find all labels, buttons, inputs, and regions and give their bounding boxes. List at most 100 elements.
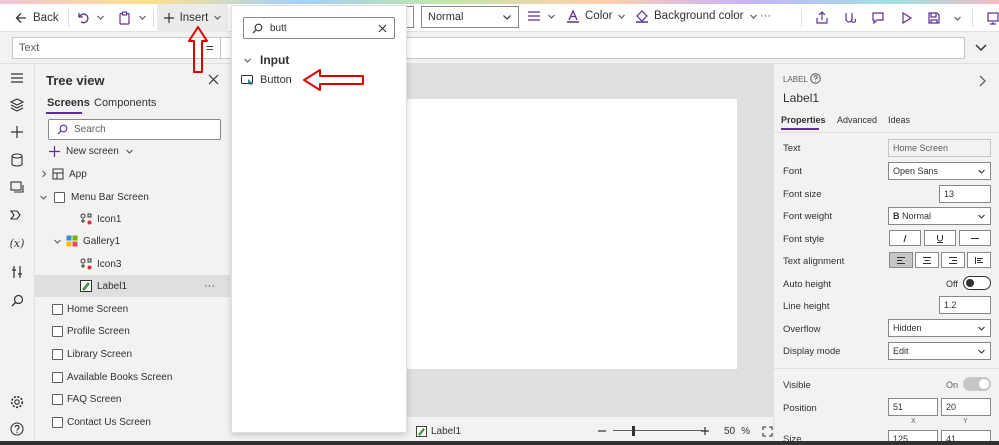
prop-font-select[interactable]: Open Sans (888, 162, 991, 180)
tree-search-input[interactable]: Search (48, 119, 221, 140)
back-button[interactable]: Back (0, 4, 65, 32)
zoom-out-icon[interactable] (597, 426, 607, 436)
tree-item-menu-bar-screen[interactable]: Menu Bar Screen (35, 186, 230, 208)
italic-icon (901, 234, 909, 243)
position-y-field[interactable]: 20 (941, 398, 991, 416)
variables-icon[interactable]: (x) (8, 234, 26, 252)
align-left-button[interactable] (889, 252, 913, 268)
tab-components[interactable]: Components (94, 97, 156, 109)
tree-item-icon1[interactable]: Icon1 (35, 208, 230, 230)
tab-screens[interactable]: Screens (47, 97, 90, 109)
font-style-select[interactable]: Normal (421, 6, 519, 28)
prop-visible-label: Visible (783, 380, 811, 391)
prop-font-weight-select[interactable]: B Normal (888, 207, 991, 225)
tab-ideas[interactable]: Ideas (888, 115, 910, 125)
tree-view-icon[interactable] (8, 96, 26, 114)
prop-auto-height-label: Auto height (783, 279, 832, 290)
prop-font-style-label: Font style (783, 234, 825, 245)
annotation-arrow-left (302, 68, 366, 92)
save-icon[interactable] (923, 7, 945, 29)
tab-properties[interactable]: Properties (781, 115, 826, 125)
align-center-button[interactable] (915, 252, 939, 268)
search-icon[interactable] (8, 291, 26, 309)
tree-item-available-books-screen[interactable]: Available Books Screen (35, 366, 230, 388)
menu-icon[interactable] (8, 69, 26, 87)
paste-chevron-icon[interactable] (136, 7, 150, 29)
undo-chevron-icon[interactable] (94, 7, 108, 29)
insert-plus-icon[interactable] (8, 123, 26, 141)
underline-button[interactable] (924, 230, 956, 246)
bold-icon: B (893, 211, 900, 221)
comment-icon[interactable] (867, 7, 889, 29)
share-icon[interactable] (811, 7, 833, 29)
italic-button[interactable] (889, 230, 921, 246)
more-options-icon[interactable]: ··· (204, 280, 215, 292)
chevron-down-icon (125, 147, 134, 156)
label-control-icon (416, 425, 427, 437)
publish-icon[interactable] (982, 7, 999, 29)
tree-item-faq-screen[interactable]: FAQ Screen (35, 388, 230, 410)
tree-item-gallery1[interactable]: Gallery1 (35, 230, 230, 252)
visible-toggle[interactable] (963, 377, 991, 391)
color-button[interactable]: Color (566, 9, 626, 23)
tree-item-profile-screen[interactable]: Profile Screen (35, 320, 230, 342)
play-icon[interactable] (895, 7, 917, 29)
media-icon[interactable] (8, 178, 26, 196)
settings-icon[interactable] (8, 393, 26, 411)
tree-item-home-screen[interactable]: Home Screen (35, 298, 230, 320)
more-button[interactable]: ··· (760, 10, 771, 22)
zoom-slider[interactable] (613, 426, 704, 436)
fit-to-window-icon[interactable] (762, 425, 773, 437)
app-checker-icon[interactable] (839, 7, 861, 29)
insert-item-button[interactable]: Button (241, 74, 292, 86)
chevron-down-icon (547, 12, 556, 21)
prop-text-field[interactable]: Home Screen (888, 139, 991, 157)
prop-overflow-select[interactable]: Hidden (888, 319, 991, 337)
plus-icon (163, 12, 175, 24)
expand-formula-icon[interactable] (972, 38, 992, 58)
auto-height-toggle[interactable] (963, 276, 991, 290)
close-icon[interactable] (208, 74, 219, 85)
chevron-down-icon (243, 56, 252, 65)
prop-line-height-value: 1.2 (944, 300, 957, 310)
power-automate-icon[interactable] (8, 206, 26, 224)
zoom-slider-thumb[interactable] (632, 426, 636, 436)
save-chevron-icon[interactable] (951, 7, 963, 29)
clear-icon[interactable] (378, 24, 387, 33)
strikethrough-button[interactable] (959, 230, 991, 246)
search-icon (252, 23, 263, 34)
background-color-button[interactable]: Background color (635, 9, 758, 23)
data-icon[interactable] (8, 151, 26, 169)
tree-item-contact-us-screen[interactable]: Contact Us Screen (35, 411, 230, 433)
tree-item-app[interactable]: App (35, 163, 230, 185)
insert-group-input[interactable]: Input (243, 53, 289, 67)
font-color-icon (566, 9, 580, 23)
undo-icon[interactable] (72, 7, 94, 29)
insert-item-label: Button (260, 74, 292, 86)
expand-panel-icon[interactable] (977, 75, 987, 87)
tree-item-icon3[interactable]: Icon3 (35, 253, 230, 275)
paste-icon[interactable] (114, 7, 136, 29)
screen-icon (52, 371, 63, 383)
zoom-in-icon[interactable] (700, 426, 710, 436)
prop-display-mode-select[interactable]: Edit (888, 342, 991, 360)
help-icon[interactable] (8, 420, 26, 438)
insert-search-input[interactable]: butt (243, 17, 395, 39)
screen-canvas[interactable] (407, 99, 737, 369)
prop-font-value: Open Sans (893, 166, 939, 176)
position-x-field[interactable]: 51 (888, 398, 938, 416)
advanced-tools-icon[interactable] (8, 263, 26, 281)
tree-item-label1[interactable]: Label1 ··· (35, 275, 230, 297)
visible-state: On (946, 380, 959, 390)
tree-item-library-screen[interactable]: Library Screen (35, 343, 230, 365)
align-justify-button[interactable] (967, 252, 991, 268)
prop-font-size-field[interactable]: 13 (939, 185, 991, 203)
help-icon[interactable] (810, 73, 821, 84)
new-screen-button[interactable]: New screen (49, 146, 134, 157)
prop-line-height-field[interactable]: 1.2 (939, 296, 991, 314)
tab-advanced[interactable]: Advanced (837, 115, 877, 125)
prop-line-height-label: Line height (783, 301, 830, 312)
status-control-name[interactable]: Label1 (431, 426, 461, 437)
align-menu-button[interactable] (527, 10, 556, 22)
align-right-button[interactable] (941, 252, 965, 268)
